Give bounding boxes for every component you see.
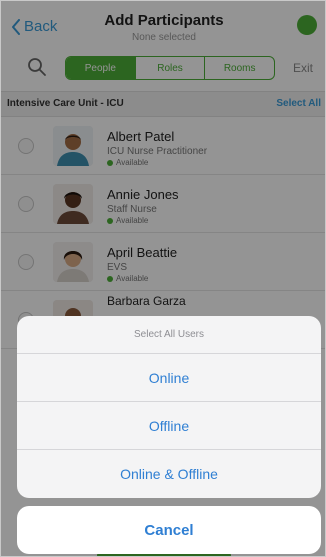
cancel-button[interactable]: Cancel [17,506,321,554]
action-sheet: Select All Users Online Offline Online &… [17,316,321,498]
action-sheet-title: Select All Users [17,316,321,354]
app-screen: Back Add Participants None selected Peop… [0,0,326,557]
option-offline-button[interactable]: Offline [17,402,321,450]
option-online-button[interactable]: Online [17,354,321,402]
option-online-offline-button[interactable]: Online & Offline [17,450,321,498]
